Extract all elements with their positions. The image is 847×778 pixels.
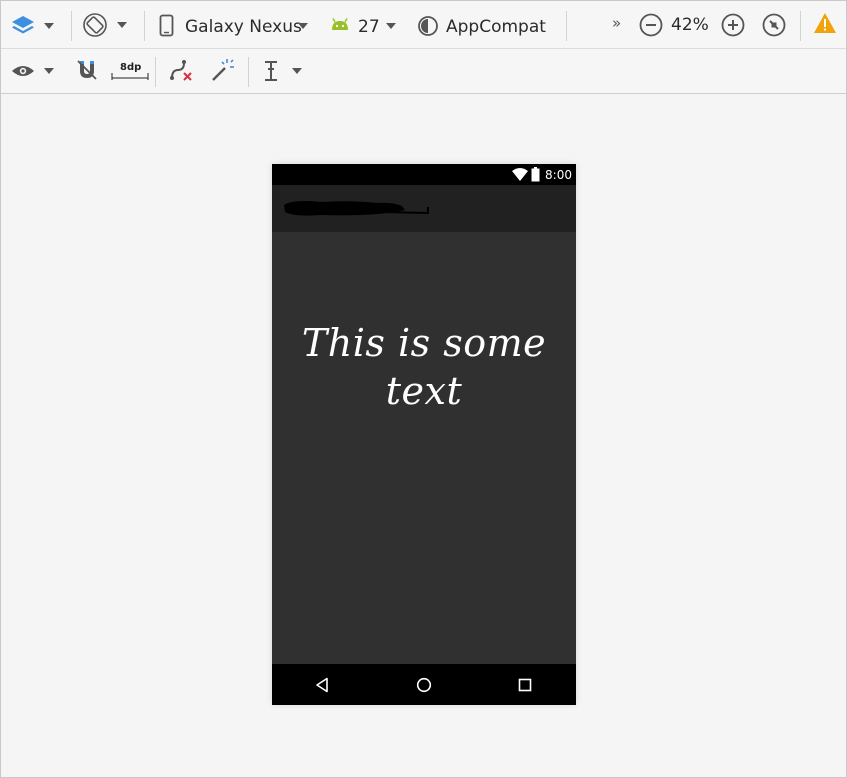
- nav-back-icon[interactable]: [315, 677, 329, 693]
- api-level-label: 27: [358, 17, 380, 37]
- design-surface-button[interactable]: [10, 13, 56, 39]
- warning-icon[interactable]: [813, 12, 837, 34]
- theme-icon: [418, 16, 438, 36]
- rotate-icon: [83, 13, 107, 37]
- eye-icon: [12, 66, 34, 76]
- magnet-icon[interactable]: [75, 58, 99, 82]
- guidelines-button[interactable]: [263, 59, 305, 83]
- zoom-in-icon[interactable]: [720, 12, 746, 38]
- battery-icon: [531, 167, 540, 182]
- device-icon: [159, 14, 174, 37]
- api-level-selector[interactable]: 27: [330, 13, 398, 39]
- device-selector[interactable]: Galaxy Nexus: [158, 13, 310, 39]
- nav-recents-icon[interactable]: [518, 678, 532, 692]
- device-label: Galaxy Nexus: [185, 17, 302, 37]
- chevron-down-icon: [44, 68, 54, 74]
- layers-icon: [12, 16, 34, 34]
- zoom-level: 42%: [671, 15, 709, 35]
- clear-constraints-icon[interactable]: [168, 58, 194, 82]
- status-bar: 8:00: [272, 164, 576, 185]
- chevron-down-icon: [292, 68, 302, 74]
- layout-toolbar: 8dp: [1, 49, 846, 94]
- nav-home-icon[interactable]: [416, 677, 432, 693]
- chevron-down-icon: [386, 23, 396, 29]
- view-options-button[interactable]: [11, 61, 57, 83]
- content-text[interactable]: This is some text: [272, 319, 576, 415]
- chevron-down-icon: [298, 23, 308, 29]
- margin-icon: [111, 73, 149, 80]
- zoom-out-icon[interactable]: [638, 12, 664, 38]
- theme-selector[interactable]: AppCompat: [417, 13, 551, 39]
- infer-constraints-icon[interactable]: [210, 57, 236, 83]
- chevron-down-icon: [117, 22, 127, 28]
- wifi-icon: [512, 168, 528, 181]
- theme-label: AppCompat: [446, 17, 546, 37]
- redacted-title: [284, 201, 429, 216]
- overflow-button[interactable]: »: [612, 13, 621, 33]
- android-icon: [332, 18, 348, 30]
- chevron-down-icon: [44, 23, 54, 29]
- app-bar: [272, 185, 576, 232]
- guidelines-icon: [265, 61, 277, 81]
- zoom-reset-icon[interactable]: [761, 12, 787, 38]
- status-time: 8:00: [545, 168, 572, 182]
- device-preview[interactable]: 8:00 This is some text: [272, 164, 576, 705]
- orientation-button[interactable]: [82, 12, 130, 40]
- default-margins-button[interactable]: 8dp: [111, 61, 149, 81]
- design-toolbar: Galaxy Nexus 27 AppCompat » 42%: [1, 1, 846, 49]
- navigation-bar: [272, 664, 576, 705]
